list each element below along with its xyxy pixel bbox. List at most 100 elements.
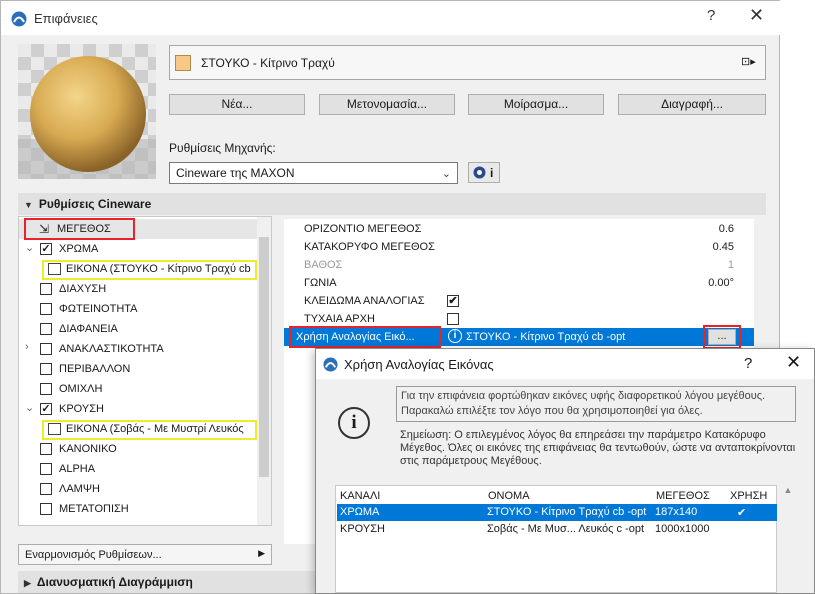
tree-item-label: ΦΩΤΕΙΝΟΤΗΤΑ (59, 303, 138, 315)
column-header: ΜΕΓΕΘΟΣ (656, 490, 710, 502)
info-icon: i (448, 329, 462, 343)
checkbox-checked[interactable]: ✓ (40, 243, 52, 255)
checkbox[interactable] (40, 363, 52, 375)
prop-value: ΣΤΟΥΚΟ - Κίτρινο Τραχύ cb -opt (466, 331, 626, 343)
sync-settings-dropdown[interactable]: Εναρμονισμός Ρυθμίσεων... ▶ (18, 544, 272, 565)
chevron-right-icon[interactable]: › (25, 341, 29, 353)
tree-item-diffusion[interactable]: ΔΙΑΧΥΣΗ (19, 279, 258, 299)
browse-button[interactable]: ... (708, 329, 736, 345)
surface-name: ΣΤΟΥΚΟ - Κίτρινο Τραχύ (201, 56, 335, 70)
cell-name: Σοβάς - Με Μυσ... Λευκός c -opt (487, 523, 645, 535)
prop-label: ΒΑΘΟΣ (304, 259, 343, 271)
rename-button[interactable]: Μετονομασία... (319, 94, 455, 115)
share-button[interactable]: Μοίρασμα... (468, 94, 604, 115)
engine-dropdown-value: Cineware της MAXON (176, 166, 295, 180)
tree-item-color-image[interactable]: ΕΙΚΟΝΑ (ΣΤΟΥΚΟ - Κίτρινο Τραχύ cb (19, 259, 258, 280)
ratio-table: ΚΑΝΑΛΙ ΟΝΟΜΑ ΜΕΓΕΘΟΣ ΧΡΗΣΗ ΧΡΩΜΑ ΣΤΟΥΚΟ … (335, 485, 777, 593)
info-icon: i (490, 166, 494, 180)
tree-item-displacement[interactable]: ΜΕΤΑΤΟΠΙΣΗ (19, 499, 258, 519)
checkbox[interactable] (40, 383, 52, 395)
prop-row-lock-ratio[interactable]: ΚΛΕΙΔΩΜΑ ΑΝΑΛΟΓΙΑΣ ✔ (284, 292, 754, 310)
table-row[interactable]: ΧΡΩΜΑ ΣΤΟΥΚΟ - Κίτρινο Τραχύ cb -opt 187… (337, 504, 777, 521)
use-image-ratio-dialog: Χρήση Αναλογίας Εικόνας ? ✕ i Για την επ… (315, 348, 815, 594)
prop-label: ΤΥΧΑΙΑ ΑΡΧΗ (304, 313, 375, 325)
help-button[interactable]: ? (707, 7, 715, 24)
tree-item-label: ΚΑΝΟΝΙΚΟ (59, 443, 117, 455)
prop-label: ΟΡΙΖΟΝΤΙΟ ΜΕΓΕΘΟΣ (304, 223, 422, 235)
tree-item-label: ΔΙΑΦΑΝΕΙΑ (59, 323, 118, 335)
chevron-down-icon[interactable]: ⌄ (25, 401, 34, 414)
cell-size: 1000x1000 (655, 523, 710, 535)
checkbox[interactable] (40, 463, 52, 475)
table-row[interactable]: ΚΡΟΥΣΗ Σοβάς - Με Μυσ... Λευκός c -opt 1… (337, 521, 777, 538)
random-origin-checkbox[interactable] (447, 313, 459, 325)
prop-value: 1 (727, 259, 734, 271)
surface-menu-icon[interactable]: ⊡▸ (741, 55, 763, 71)
checkbox-checked[interactable]: ✓ (40, 403, 52, 415)
tree-item-bump[interactable]: ⌄ ✓ ΚΡΟΥΣΗ (19, 399, 258, 419)
checkbox[interactable] (40, 303, 52, 315)
scrollbar-thumb[interactable] (259, 237, 269, 477)
tree-item-reflectance[interactable]: › ΑΝΑΚΛΑΣΤΙΚΟΤΗΤΑ (19, 339, 258, 359)
dialog-help-button[interactable]: ? (744, 355, 752, 372)
table-scrollbar[interactable]: ▲ (782, 485, 794, 593)
cell-size: 187x140 (655, 506, 698, 518)
tree-item-label: ΚΡΟΥΣΗ (59, 403, 104, 415)
tree-item-normal[interactable]: ΚΑΝΟΝΙΚΟ (19, 439, 258, 459)
tree-item-label: ALPHA (59, 463, 96, 475)
dialog-body: i Για την επιφάνεια φορτώθηκαν εικόνες υ… (316, 379, 814, 593)
window-title: Επιφάνειες (34, 11, 98, 26)
prop-value[interactable]: 0.45 (713, 241, 734, 253)
info-icon: i (338, 407, 370, 439)
tree-item-label: ΛΑΜΨΗ (59, 483, 100, 495)
checkbox[interactable] (40, 343, 52, 355)
tree-item-luminance[interactable]: ΦΩΤΕΙΝΟΤΗΤΑ (19, 299, 258, 319)
prop-row-h-size[interactable]: ΟΡΙΖΟΝΤΙΟ ΜΕΓΕΘΟΣ 0.6 (284, 220, 754, 238)
tree-item-size[interactable]: ⇲ ΜΕΓΕΘΟΣ (19, 218, 258, 240)
tree-item-fog[interactable]: ΟΜΙΧΛΗ (19, 379, 258, 399)
tree-scrollbar[interactable] (257, 217, 271, 525)
section-title: Ρυθμίσεις Cineware (38, 197, 152, 211)
tree-item-color[interactable]: ⌄ ✓ ΧΡΩΜΑ (19, 239, 258, 259)
prop-row-use-ratio[interactable]: Χρήση Αναλογίας Εικό... i ΣΤΟΥΚΟ - Κίτρι… (284, 325, 754, 349)
engine-dropdown[interactable]: Cineware της MAXON ⌄ (169, 162, 458, 184)
prop-value[interactable]: 0.00° (708, 277, 734, 289)
new-button[interactable]: Νέα... (169, 94, 305, 115)
tree-item-alpha[interactable]: ALPHA (19, 459, 258, 479)
prop-row-angle[interactable]: ΓΩΝΙΑ 0.00° (284, 274, 754, 292)
chevron-right-icon: ▶ (258, 548, 265, 558)
prop-row-depth: ΒΑΘΟΣ 1 (284, 256, 754, 274)
resize-icon: ⇲ (39, 222, 50, 236)
title-bar: Επιφάνειες ? ✕ (1, 1, 781, 35)
tree-item-label: ΑΝΑΚΛΑΣΤΙΚΟΤΗΤΑ (59, 343, 164, 355)
tree-item-label: ΟΜΙΧΛΗ (59, 383, 103, 395)
tree-item-transparency[interactable]: ΔΙΑΦΑΝΕΙΑ (19, 319, 258, 339)
tree-item-label: ΜΕΤΑΤΟΠΙΣΗ (59, 503, 129, 515)
tree-item-bump-image[interactable]: ΕΙΚΟΝΑ (Σοβάς - Με Μυστρί Λευκός (19, 419, 258, 440)
delete-button[interactable]: Διαγραφή... (618, 94, 766, 115)
dialog-note: Σημείωση: Ο επιλεγμένος λόγος θα επηρεάσ… (400, 429, 796, 467)
cineware-section-header[interactable]: ▼ Ρυθμίσεις Cineware (18, 193, 766, 215)
cell-use-check[interactable]: ✔ (737, 506, 746, 519)
tree-item-glow[interactable]: ΛΑΜΨΗ (19, 479, 258, 499)
checkbox[interactable] (40, 323, 52, 335)
checkbox[interactable] (40, 503, 52, 515)
close-button[interactable]: ✕ (749, 5, 764, 26)
surface-selector[interactable]: ΣΤΟΥΚΟ - Κίτρινο Τραχύ ⊡▸ (169, 45, 766, 80)
prop-value[interactable]: 0.6 (719, 223, 734, 235)
tree-item-label: ΠΕΡΙΒΑΛΛΟΝ (59, 363, 131, 375)
tree-item-environment[interactable]: ΠΕΡΙΒΑΛΛΟΝ (19, 359, 258, 379)
prop-label: ΚΛΕΙΔΩΜΑ ΑΝΑΛΟΓΙΑΣ (304, 295, 425, 307)
checkbox[interactable] (40, 443, 52, 455)
chevron-down-icon[interactable]: ⌄ (25, 241, 34, 254)
dialog-close-button[interactable]: ✕ (786, 352, 801, 373)
image-icon (48, 423, 61, 435)
lock-ratio-checkbox[interactable]: ✔ (447, 295, 459, 307)
engine-settings-label: Ρυθμίσεις Μηχανής: (169, 141, 276, 155)
engine-info-button[interactable]: i (468, 162, 500, 183)
chevron-down-icon: ⌄ (441, 168, 451, 180)
checkbox[interactable] (40, 283, 52, 295)
dialog-title: Χρήση Αναλογίας Εικόνας (344, 357, 494, 372)
checkbox[interactable] (40, 483, 52, 495)
prop-row-v-size[interactable]: ΚΑΤΑΚΟΡΥΦΟ ΜΕΓΕΘΟΣ 0.45 (284, 238, 754, 256)
